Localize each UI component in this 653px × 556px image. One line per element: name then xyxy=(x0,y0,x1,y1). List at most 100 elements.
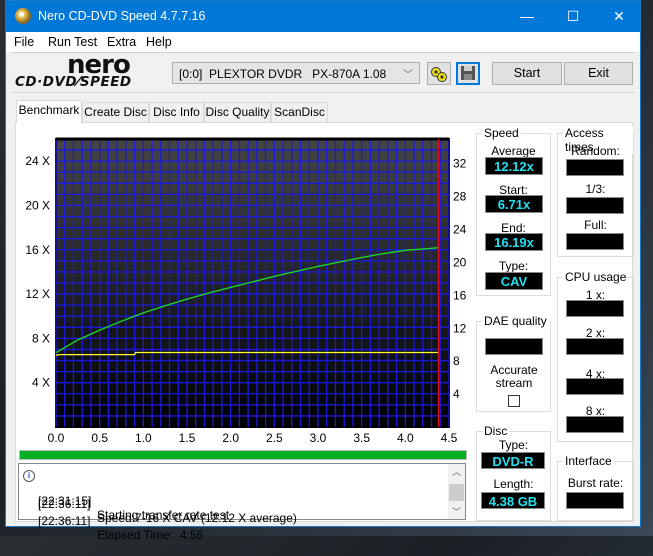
x-tick-label: 2.5 xyxy=(266,431,283,445)
type-label: Type: xyxy=(498,259,529,273)
interface-group: Interface Burst rate: xyxy=(557,454,634,521)
burst-rate-value xyxy=(566,492,624,509)
random-label: Random: xyxy=(571,144,620,158)
toolbar-bottom-divider xyxy=(12,92,634,93)
exit-button[interactable]: Exit xyxy=(564,62,633,85)
cpu-1x-value xyxy=(566,300,624,317)
menu-file[interactable]: File xyxy=(14,35,34,49)
start-button[interactable]: Start xyxy=(492,62,562,85)
y2-tick-label: 28 xyxy=(453,190,467,204)
drive-select[interactable]: [0:0] PLEXTOR DVDR PX-870A 1.08 ﹀ xyxy=(172,62,420,84)
y-tick-label: 4 X xyxy=(32,376,50,390)
drive-config-button[interactable] xyxy=(427,62,451,85)
progress-bar xyxy=(19,450,467,460)
cpu-usage-title: CPU usage xyxy=(563,270,629,284)
chart-svg: 0.0 0.5 1.0 1.5 2.0 2.5 3.0 3.5 4.0 4.5 4 X 8 X 12 X… xyxy=(25,137,467,445)
x-tick-label: 1.5 xyxy=(179,431,196,445)
full-value xyxy=(566,233,624,250)
disc-type-label: Type: xyxy=(498,438,529,452)
scroll-thumb[interactable] xyxy=(449,484,464,501)
maximize-button[interactable]: ☐ xyxy=(550,1,596,32)
y2-tick-label: 32 xyxy=(453,157,467,171)
cpu-usage-group: CPU usage 1 x: 2 x: 4 x: 8 x: xyxy=(557,270,634,442)
scroll-down-icon[interactable]: ﹀ xyxy=(448,505,465,518)
disc-type-value: DVD-R xyxy=(481,452,545,469)
x-tick-label: 4.0 xyxy=(397,431,414,445)
cpu-2x-value xyxy=(566,338,624,355)
chevron-down-icon: ﹀ xyxy=(403,70,413,81)
interface-title: Interface xyxy=(563,454,614,468)
tab-benchmark[interactable]: Benchmark xyxy=(16,100,82,123)
y-tick-label: 12 X xyxy=(25,287,50,301)
title-bar[interactable]: Nero CD-DVD Speed 4.7.7.16 — ☐ ✕ xyxy=(6,1,640,32)
tab-create-disc[interactable]: Create Disc xyxy=(82,102,149,122)
disc-length-label: Length: xyxy=(493,477,534,491)
save-button[interactable] xyxy=(456,62,480,85)
random-value xyxy=(566,159,624,176)
cpu-4x-value xyxy=(566,378,624,395)
y2-tick-label: 4 xyxy=(453,387,460,401)
disc-group: Disc Type: DVD-R Length: 4.38 GB xyxy=(476,424,551,521)
menu-bar: File Run Test Extra Help xyxy=(6,32,640,52)
minimize-button[interactable]: — xyxy=(504,1,550,32)
drive-select-value: [0:0] PLEXTOR DVDR PX-870A 1.08 xyxy=(179,67,387,81)
y2-tick-label: 12 xyxy=(453,321,467,335)
tab-disc-quality[interactable]: Disc Quality xyxy=(204,102,271,122)
log-entry: [22:36:11] Elapsed Time: 4:56 xyxy=(19,500,465,542)
menu-extra[interactable]: Extra xyxy=(107,35,136,49)
access-times-group: Access times Random: 1/3: Full: xyxy=(557,126,634,257)
y-tick-label: 24 X xyxy=(25,154,50,168)
start-value: 6.71x xyxy=(485,195,543,213)
cpu-8x-value xyxy=(566,416,624,433)
menu-help[interactable]: Help xyxy=(146,35,172,49)
menu-run-test[interactable]: Run Test xyxy=(48,35,97,49)
average-label: Average xyxy=(491,144,536,158)
y2-tick-label: 16 xyxy=(453,288,467,302)
type-value: CAV xyxy=(485,272,543,290)
dae-quality-group: DAE quality Accurate stream xyxy=(476,314,551,412)
y-tick-label: 16 X xyxy=(25,243,50,257)
log-scrollbar[interactable]: ︿ ﹀ xyxy=(448,464,465,519)
log-time: [22:36:11] xyxy=(38,514,91,528)
logo-product: CD·DVD⁄SPEED xyxy=(15,74,132,90)
average-value: 12.12x xyxy=(485,157,543,175)
log-entry: i [22:31:15] Starting transfer rate test xyxy=(19,466,465,522)
x-tick-label: 3.0 xyxy=(310,431,327,445)
scroll-up-icon[interactable]: ︿ xyxy=(448,465,465,478)
window-title: Nero CD-DVD Speed 4.7.7.16 xyxy=(38,9,206,23)
progress-fill xyxy=(20,451,466,459)
x-tick-label: 1.0 xyxy=(135,431,152,445)
nero-app-icon xyxy=(15,8,31,24)
accurate-stream-checkbox[interactable] xyxy=(508,395,520,407)
close-button[interactable]: ✕ xyxy=(596,1,642,32)
y2-tick-label: 8 xyxy=(453,354,460,368)
dae-value xyxy=(485,338,543,355)
y2-tick-label: 20 xyxy=(453,255,467,269)
y2-tick-label: 24 xyxy=(453,223,467,237)
x-tick-label: 3.5 xyxy=(353,431,370,445)
end-value: 16.19x xyxy=(485,233,543,251)
disc-title: Disc xyxy=(482,424,510,438)
info-icon: i xyxy=(23,470,35,482)
log-message: Elapsed Time: 4:56 xyxy=(97,528,204,542)
y-tick-label: 20 X xyxy=(25,198,50,212)
burst-rate-label: Burst rate: xyxy=(567,476,624,490)
speed-title: Speed xyxy=(482,126,521,140)
third-label: 1/3: xyxy=(585,182,606,196)
benchmark-chart: 0.0 0.5 1.0 1.5 2.0 2.5 3.0 3.5 4.0 4.5 4 X 8 X 12 X… xyxy=(10,130,470,445)
x-tick-label: 0.0 xyxy=(48,431,65,445)
log-entry: [22:36:11] Speed:7-16 X CAV (12.12 X ave… xyxy=(19,483,465,525)
full-label: Full: xyxy=(584,218,607,232)
x-tick-label: 0.5 xyxy=(91,431,108,445)
y-tick-label: 8 X xyxy=(32,331,50,345)
log-list: i [22:31:15] Starting transfer rate test… xyxy=(18,463,466,542)
nero-logo: nero CD·DVD⁄SPEED xyxy=(12,50,172,93)
disc-length-value: 4.38 GB xyxy=(481,492,545,509)
speed-group: Speed Average 12.12x Start: 6.71x End: 1… xyxy=(476,126,551,296)
x-tick-label: 2.0 xyxy=(222,431,239,445)
tab-disc-info[interactable]: Disc Info xyxy=(149,102,204,122)
drive-settings-icon xyxy=(431,67,447,82)
third-value xyxy=(566,197,624,214)
tab-scandisc[interactable]: ScanDisc xyxy=(271,102,328,122)
x-tick-label: 4.5 xyxy=(441,431,458,445)
